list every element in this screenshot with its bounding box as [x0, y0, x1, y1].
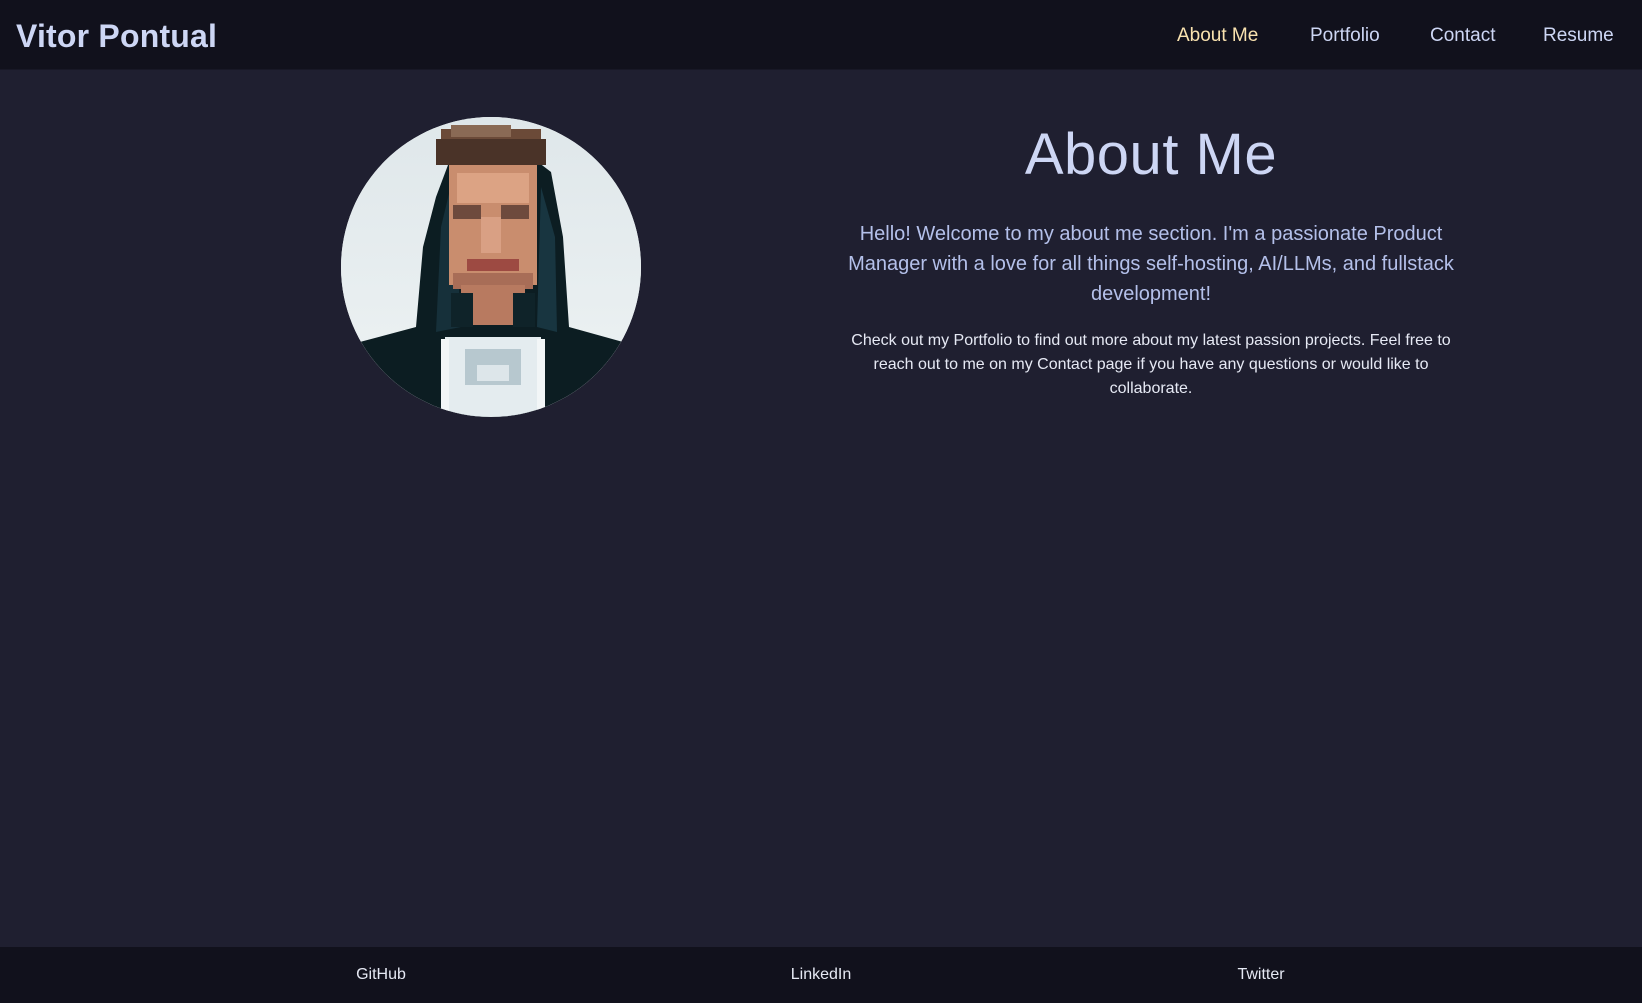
profile-photo-pixelated — [341, 117, 641, 417]
page-title: About Me — [1024, 122, 1278, 187]
site-brand[interactable]: Vitor Pontual — [16, 16, 217, 56]
footer-link-github[interactable]: GitHub — [356, 963, 406, 987]
about-intro-text: Hello! Welcome to my about me section. I… — [848, 223, 1454, 305]
footer-link-linkedin[interactable]: LinkedIn — [791, 963, 852, 987]
profile-photo — [341, 117, 641, 417]
nav-item-portfolio[interactable]: Portfolio — [1310, 22, 1380, 50]
nav-item-contact[interactable]: Contact — [1430, 22, 1495, 50]
footer: GitHub LinkedIn Twitter — [0, 947, 1642, 1003]
about-body-text: Check out my Portfolio to find out more … — [851, 332, 1451, 397]
footer-link-twitter[interactable]: Twitter — [1237, 963, 1284, 987]
nav-item-resume[interactable]: Resume — [1543, 22, 1614, 50]
nav-item-about-me[interactable]: About Me — [1177, 22, 1258, 50]
about-section: About Me Hello! Welcome to my about me s… — [820, 117, 1482, 401]
top-navbar: Vitor Pontual About Me Portfolio Contact… — [0, 0, 1642, 70]
